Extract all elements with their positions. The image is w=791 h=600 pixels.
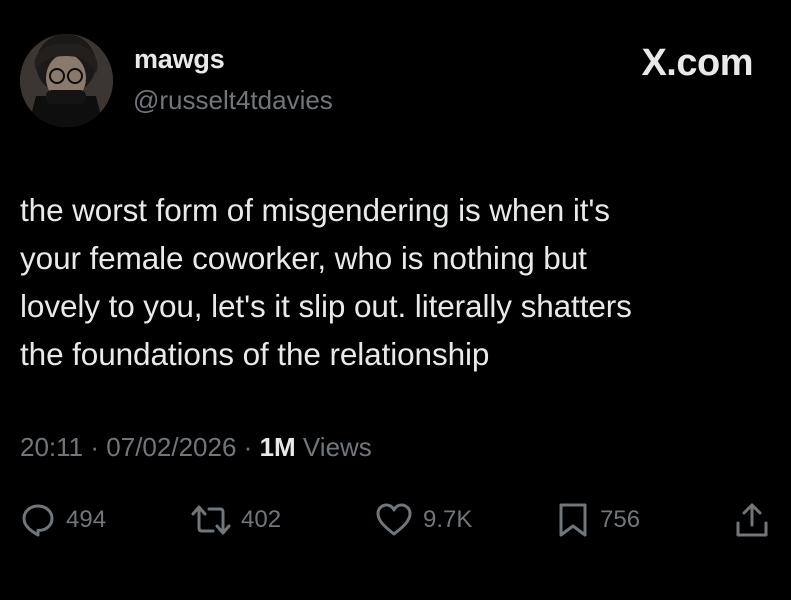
meta-separator: · [243, 432, 253, 462]
brand-label: X.com [641, 42, 753, 84]
author-display-name[interactable]: mawgs [134, 44, 225, 75]
repost-icon [191, 505, 231, 535]
heart-icon [376, 503, 412, 536]
tweet-text: the worst form of misgendering is when i… [20, 192, 632, 372]
repost-button[interactable]: 402 [191, 498, 281, 542]
views-label: Views [302, 432, 372, 462]
meta-separator: · [90, 432, 100, 462]
views-count[interactable]: 1M [260, 432, 296, 462]
reply-icon [22, 504, 54, 537]
share-button[interactable] [734, 498, 770, 542]
tweet-date[interactable]: 07/02/2026 [106, 432, 236, 462]
avatar-photo [20, 34, 113, 127]
bookmark-icon [559, 503, 587, 537]
like-count: 9.7K [423, 506, 473, 533]
bookmark-button[interactable]: 756 [556, 498, 640, 542]
tweet-time[interactable]: 20:11 [20, 432, 83, 462]
tweet-screenshot: mawgs @russelt4tdavies X.com the worst f… [0, 0, 791, 600]
repost-count: 402 [241, 506, 282, 533]
avatar[interactable] [20, 34, 113, 127]
author-handle[interactable]: @russelt4tdavies [133, 85, 333, 116]
tweet-header: mawgs @russelt4tdavies X.com [20, 34, 753, 130]
footer-partial-row [20, 586, 761, 600]
tweet-actions: 494 402 9.7K 756 [20, 498, 772, 542]
tweet-meta: 20:11 · 07/02/2026 · 1M Views [20, 432, 372, 463]
share-icon [736, 503, 768, 537]
reply-count: 494 [66, 506, 107, 533]
like-button[interactable]: 9.7K [375, 498, 472, 542]
reply-button[interactable]: 494 [20, 498, 106, 542]
bookmark-count: 756 [600, 506, 641, 533]
